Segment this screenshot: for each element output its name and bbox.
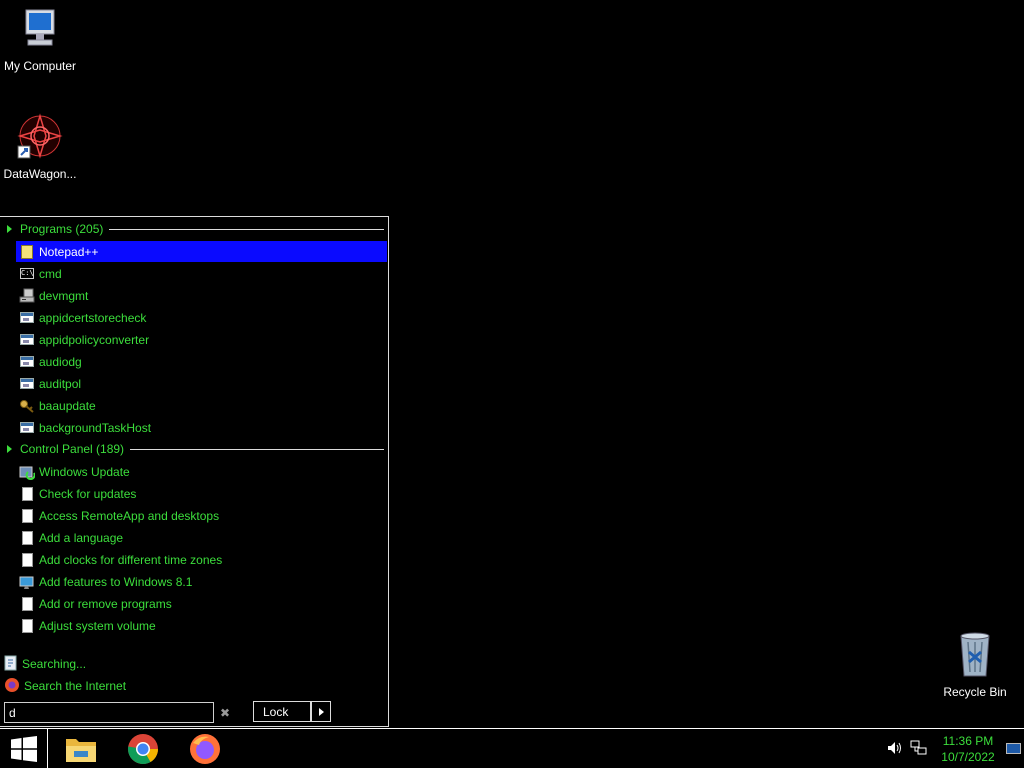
expand-arrow-icon (7, 225, 12, 233)
console-icon: C:\ (20, 268, 34, 279)
program-item-notepad-plus-plus[interactable]: Notepad++ (16, 241, 387, 262)
expand-arrow-icon (7, 445, 12, 453)
program-item-devmgmt[interactable]: devmgmt (16, 285, 387, 306)
desktop-icon-my-computer[interactable]: My Computer (0, 8, 80, 73)
program-item-label: baaupdate (39, 398, 96, 413)
programs-group-header[interactable]: Programs (205) (4, 220, 384, 238)
control-panel-item-label: Add features to Windows 8.1 (39, 574, 193, 589)
control-panel-item-add-or-remove-programs[interactable]: Add or remove programs (16, 593, 387, 614)
app-window-icon (19, 332, 35, 348)
firefox-icon (4, 677, 20, 696)
search-progress-icon (4, 655, 18, 674)
program-item-label: cmd (39, 266, 62, 281)
desktop-icon-label: DataWagon... (3, 167, 77, 181)
program-item-auditpol[interactable]: auditpol (16, 373, 387, 394)
document-icon (19, 530, 35, 546)
program-item-label: audiodg (39, 354, 82, 369)
control-panel-item-label: Access RemoteApp and desktops (39, 508, 220, 523)
windows-logo-icon (10, 735, 37, 762)
program-item-label: auditpol (39, 376, 82, 391)
program-item-cmd[interactable]: C:\ cmd (16, 263, 387, 284)
show-desktop-button[interactable] (1006, 743, 1021, 754)
network-icon[interactable] (910, 740, 928, 759)
control-panel-group-label: Control Panel (189) (20, 442, 125, 456)
lock-button[interactable]: Lock (253, 701, 311, 722)
control-panel-item-label: Windows Update (39, 464, 130, 479)
app-window-icon (19, 376, 35, 392)
taskbar-firefox-button[interactable] (183, 731, 227, 767)
program-item-audiodg[interactable]: audiodg (16, 351, 387, 372)
device-manager-icon (19, 288, 35, 304)
program-item-baaupdate[interactable]: baaupdate (16, 395, 387, 416)
search-internet-label: Search the Internet (24, 679, 127, 693)
control-panel-item-windows-update[interactable]: Windows Update (16, 461, 387, 482)
power-options-arrow-button[interactable] (311, 701, 331, 722)
document-icon (19, 508, 35, 524)
searching-label: Searching... (22, 657, 87, 671)
clock-date: 10/7/2022 (941, 750, 995, 764)
control-panel-item-label: Add a language (39, 530, 124, 545)
taskbar: 11:36 PM 10/7/2022 (0, 728, 1024, 768)
recycle-bin-icon (960, 632, 990, 677)
taskbar-file-explorer-button[interactable] (59, 731, 103, 767)
windows-update-icon (19, 464, 35, 480)
desktop-icon-label: Recycle Bin (943, 685, 1007, 699)
taskbar-chrome-button[interactable] (121, 731, 165, 767)
control-panel-item-check-for-updates[interactable]: Check for updates (16, 483, 387, 504)
control-panel-item-access-remoteapp[interactable]: Access RemoteApp and desktops (16, 505, 387, 526)
program-item-label: backgroundTaskHost (39, 420, 152, 435)
desktop-icon-label: My Computer (3, 59, 77, 73)
program-item-backgroundtaskhost[interactable]: backgroundTaskHost (16, 417, 387, 438)
notepad-icon (19, 244, 35, 260)
app-window-icon (19, 310, 35, 326)
taskbar-clock[interactable]: 11:36 PM 10/7/2022 (928, 733, 1008, 765)
start-menu: Programs (205) Notepad++ C:\ cmd devmgmt… (0, 216, 389, 727)
start-button[interactable] (0, 729, 48, 768)
control-panel-item-label: Adjust system volume (39, 618, 156, 633)
program-item-label: appidcertstorecheck (39, 310, 147, 325)
firefox-icon (190, 734, 220, 764)
program-item-appidcertstorecheck[interactable]: appidcertstorecheck (16, 307, 387, 328)
app-window-icon (19, 420, 35, 436)
app-window-icon (19, 354, 35, 370)
control-panel-item-adjust-system-volume[interactable]: Adjust system volume (16, 615, 387, 636)
programs-group-label: Programs (205) (20, 222, 104, 236)
clear-search-icon[interactable]: ✖ (220, 706, 230, 720)
document-icon (19, 596, 35, 612)
control-panel-item-label: Add or remove programs (39, 596, 172, 611)
clock-time: 11:36 PM (942, 734, 994, 748)
program-item-label: appidpolicyconverter (39, 332, 150, 347)
start-menu-search-input[interactable] (4, 702, 214, 723)
chrome-icon (127, 734, 158, 765)
program-item-appidpolicyconverter[interactable]: appidpolicyconverter (16, 329, 387, 350)
control-panel-group-header[interactable]: Control Panel (189) (4, 440, 384, 458)
document-icon (19, 552, 35, 568)
divider (130, 448, 384, 450)
volume-icon[interactable] (886, 740, 902, 759)
program-item-label: Notepad++ (39, 244, 99, 259)
document-icon (19, 486, 35, 502)
searching-status: Searching... (4, 655, 86, 673)
control-panel-item-add-a-language[interactable]: Add a language (16, 527, 387, 548)
search-internet-item[interactable]: Search the Internet (4, 677, 126, 695)
file-explorer-icon (66, 739, 96, 762)
control-panel-item-add-clocks[interactable]: Add clocks for different time zones (16, 549, 387, 570)
add-features-icon (19, 574, 35, 590)
desktop-icon-recycle-bin[interactable]: Recycle Bin (935, 630, 1015, 699)
control-panel-item-add-features[interactable]: Add features to Windows 8.1 (16, 571, 387, 592)
document-icon (19, 618, 35, 634)
arrow-right-icon (318, 707, 324, 716)
desktop-icon-datawagon[interactable]: DataWagon... (0, 112, 80, 181)
computer-icon (25, 9, 55, 46)
divider (109, 228, 384, 230)
program-item-label: devmgmt (39, 288, 89, 303)
control-panel-item-label: Add clocks for different time zones (39, 552, 223, 567)
datawagon-icon (17, 113, 63, 159)
control-panel-item-label: Check for updates (39, 486, 137, 501)
keys-icon (19, 398, 35, 414)
